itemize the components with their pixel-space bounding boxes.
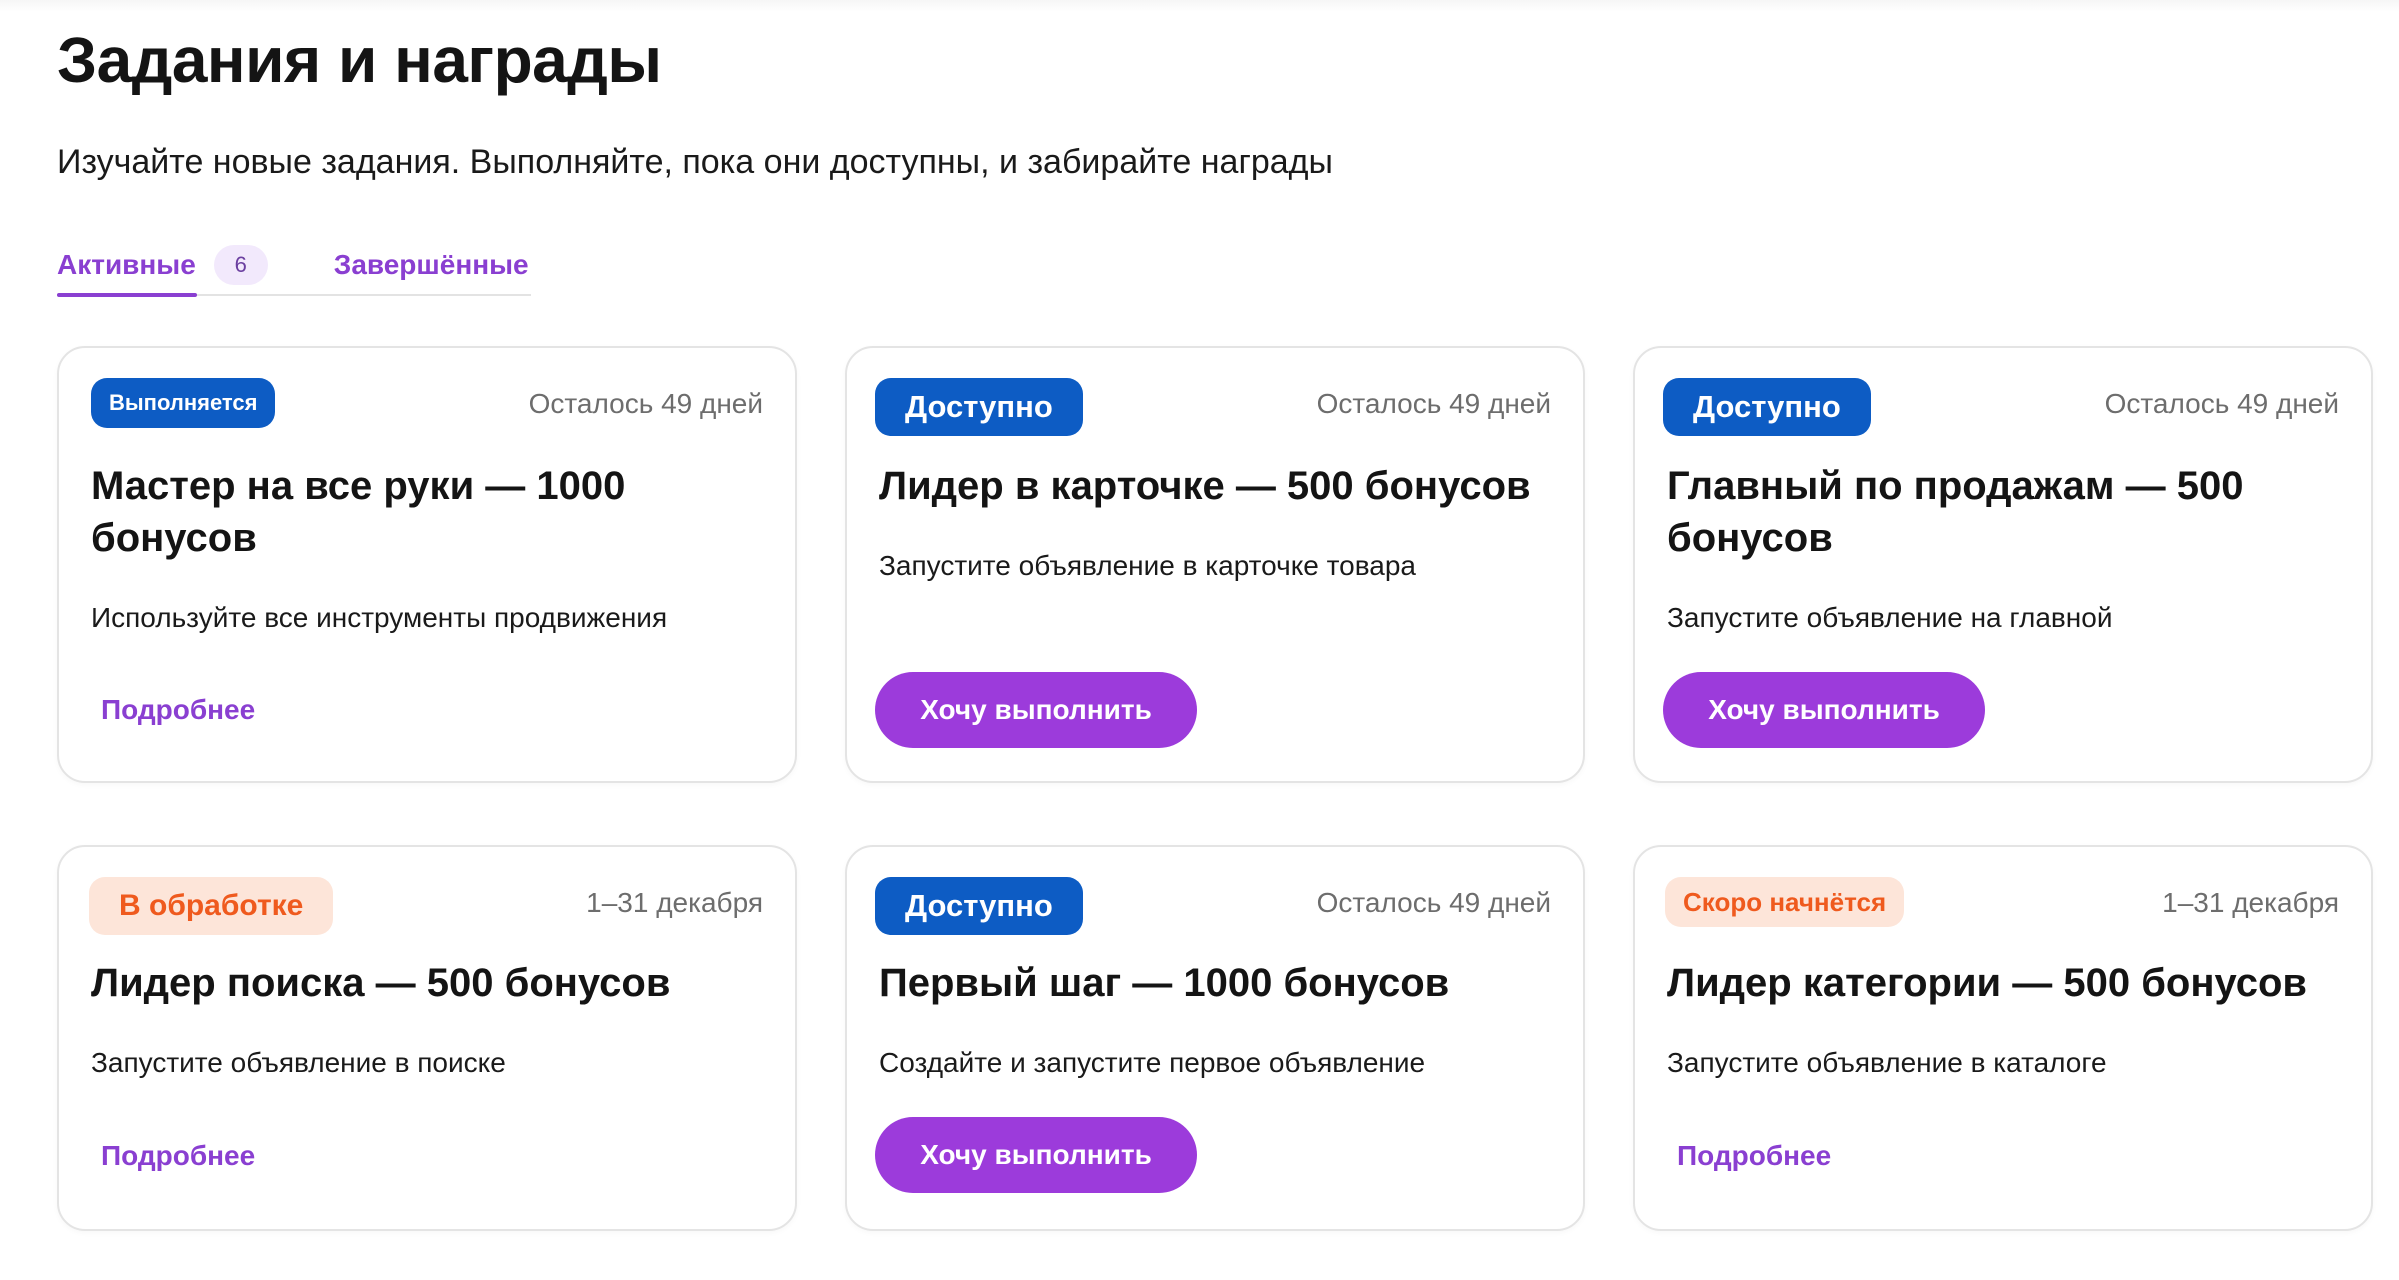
task-title: Лидер категории — 500 бонусов	[1667, 961, 2308, 1005]
want-to-complete-button[interactable]: Хочу выполнить	[875, 1117, 1197, 1193]
deadline-text: Осталось 49 дней	[528, 388, 763, 419]
task-description: Запустите объявление в каталоге	[1667, 1047, 2107, 1078]
task-title: Главный по продажам — 500 бонусов	[1667, 464, 2244, 560]
deadline-text: 1–31 декабря	[2162, 887, 2339, 918]
details-link[interactable]: Подробнее	[1677, 1140, 1831, 1172]
task-card-sales-main: Доступно Осталось 49 дней Главный по про…	[1633, 346, 2373, 783]
task-card-master: Выполняется Осталось 49 дней Мастер на в…	[57, 346, 797, 783]
task-card-category-leader: Скоро начнётся 1–31 декабря Лидер катего…	[1633, 845, 2373, 1231]
task-title: Лидер в карточке — 500 бонусов	[879, 464, 1531, 508]
quests-page: Задания и награды Изучайте новые задания…	[0, 0, 2399, 1280]
page-subtitle: Изучайте новые задания. Выполняйте, пока…	[57, 143, 1333, 181]
task-description: Запустите объявление в карточке товара	[879, 550, 1416, 581]
tab-completed[interactable]: Завершённые	[334, 232, 529, 294]
details-link[interactable]: Подробнее	[101, 694, 255, 726]
task-card-first-step: Доступно Осталось 49 дней Первый шаг — 1…	[845, 845, 1585, 1231]
want-to-complete-button[interactable]: Хочу выполнить	[1663, 672, 1985, 748]
deadline-text: 1–31 декабря	[586, 887, 763, 918]
page-title: Задания и награды	[57, 24, 662, 96]
status-badge: Доступно	[875, 378, 1083, 436]
deadline-text: Осталось 49 дней	[1316, 887, 1551, 918]
task-description: Запустите объявление на главной	[1667, 602, 2113, 633]
status-badge: Доступно	[1663, 378, 1871, 436]
details-link[interactable]: Подробнее	[101, 1140, 255, 1172]
tab-completed-label: Завершённые	[333, 249, 529, 280]
status-badge: Доступно	[875, 877, 1083, 935]
task-title: Лидер поиска — 500 бонусов	[91, 961, 671, 1005]
task-card-product-leader: Доступно Осталось 49 дней Лидер в карточ…	[845, 346, 1585, 783]
tab-active[interactable]: Активные 6	[57, 232, 268, 297]
status-badge: Скоро начнётся	[1665, 877, 1905, 927]
task-description: Запустите объявление в поиске	[91, 1047, 506, 1078]
task-description: Создайте и запустите первое объявление	[879, 1047, 1426, 1078]
task-title: Первый шаг — 1000 бонусов	[879, 961, 1450, 1005]
status-badge: В обработке	[89, 877, 334, 935]
task-title: Мастер на все руки — 1000 бонусов	[91, 464, 626, 560]
tabs-bar: Активные 6 Завершённые	[57, 232, 531, 297]
tab-active-label: Активные	[57, 249, 196, 280]
task-card-search-leader: В обработке 1–31 декабря Лидер поиска — …	[57, 845, 797, 1231]
status-badge: Выполняется	[91, 378, 276, 428]
deadline-text: Осталось 49 дней	[1316, 388, 1551, 419]
want-to-complete-button[interactable]: Хочу выполнить	[875, 672, 1197, 748]
tab-active-count-badge: 6	[213, 245, 268, 285]
deadline-text: Осталось 49 дней	[2104, 388, 2339, 419]
task-description: Используйте все инструменты продвижения	[91, 602, 668, 633]
